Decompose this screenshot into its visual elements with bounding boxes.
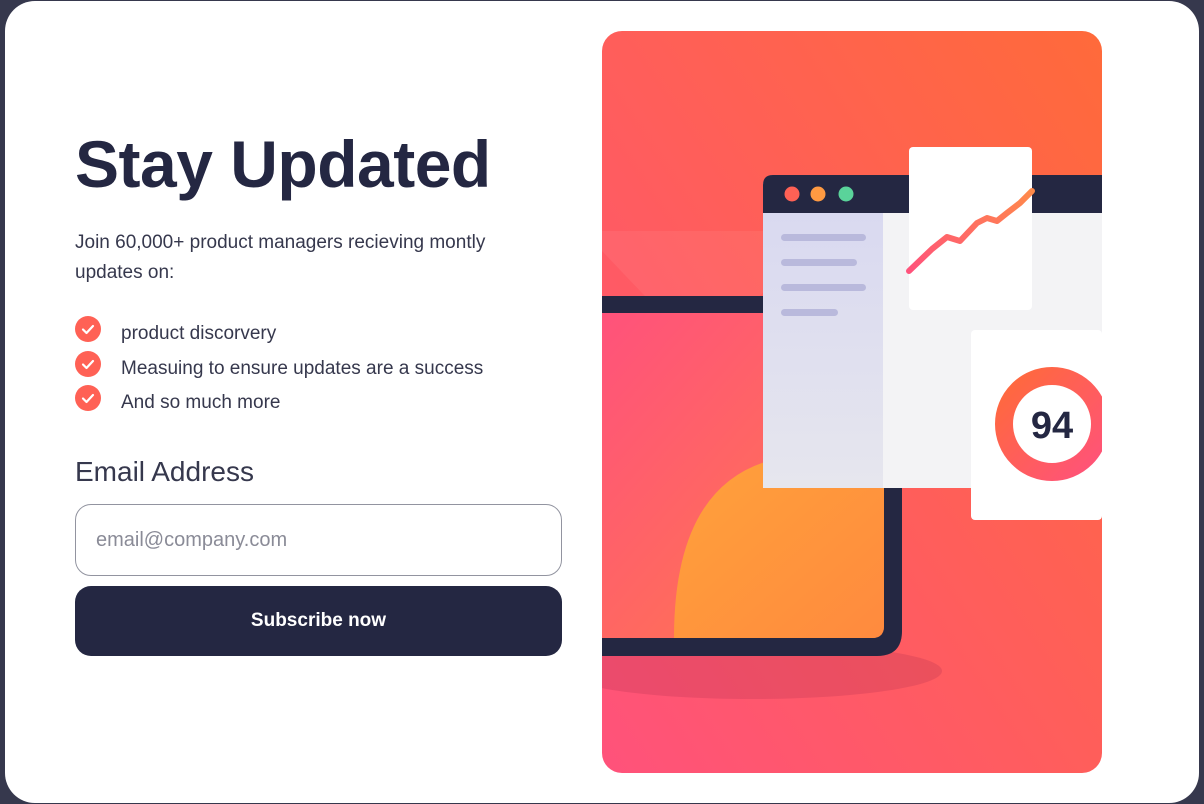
hero-illustration: 94 (602, 31, 1102, 773)
feature-text: Measuing to ensure updates are a success (121, 357, 484, 379)
subscribe-button[interactable]: Subscribe now (75, 586, 562, 656)
check-icon (75, 385, 101, 411)
intro-text: Join 60,000+ product managers recieving … (75, 232, 486, 283)
feature-text: And so much more (121, 392, 281, 413)
red-dot-icon (784, 186, 800, 202)
check-icon (75, 350, 101, 377)
green-dot-icon (838, 186, 854, 202)
email-field[interactable] (75, 504, 562, 576)
page-title: Stay Updated (75, 127, 491, 201)
orange-dot-icon (810, 186, 826, 202)
score-value: 94 (1031, 405, 1073, 447)
email-label: Email Address (75, 456, 254, 487)
check-icon (75, 316, 101, 342)
feature-text: product discorvery (121, 323, 277, 344)
